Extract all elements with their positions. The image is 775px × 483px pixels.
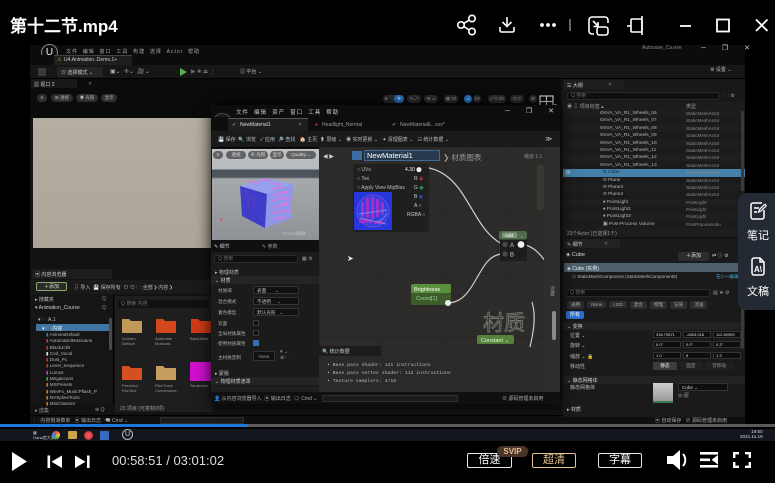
svg-text:Constant ⌄: Constant ⌄ xyxy=(481,338,509,344)
svg-text:Brightness: Brightness xyxy=(414,287,440,293)
svg-text:⌄: ⌄ xyxy=(520,234,524,239)
svg-text:材质: 材质 xyxy=(483,312,525,335)
svg-text:B: B xyxy=(510,253,514,259)
svg-text:A\: A\ xyxy=(754,265,763,274)
svg-text:Add: Add xyxy=(505,233,514,238)
svg-text:A: A xyxy=(510,243,514,249)
svg-text:Coord[1]: Coord[1] xyxy=(416,296,438,302)
